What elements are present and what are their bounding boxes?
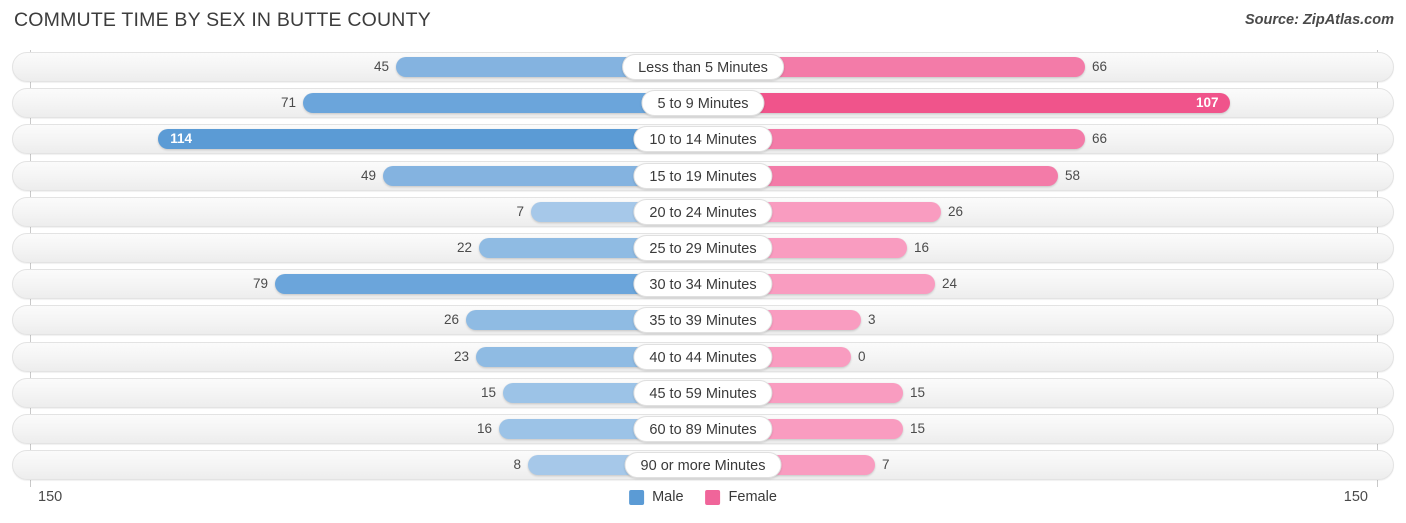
value-label-male: 23 bbox=[453, 348, 469, 364]
table-row[interactable]: 45 66 Less than 5 Minutes bbox=[12, 52, 1394, 82]
value-label-female: 7 bbox=[882, 457, 890, 473]
bar-male[interactable] bbox=[158, 129, 703, 150]
axis-max-left: 150 bbox=[38, 489, 63, 505]
value-label-female: 0 bbox=[858, 348, 866, 364]
value-label-female: 16 bbox=[914, 240, 930, 255]
table-row[interactable]: 7 26 20 to 24 Minutes bbox=[12, 196, 1394, 227]
value-label-female: 24 bbox=[942, 276, 958, 292]
bar-female[interactable] bbox=[703, 93, 1230, 114]
table-row[interactable]: 71 107 5 to 9 Minutes bbox=[12, 88, 1394, 119]
table-row[interactable]: 8 7 90 or more Minutes bbox=[12, 450, 1394, 481]
value-label-female: 107 bbox=[1196, 95, 1219, 111]
value-label-male: 22 bbox=[456, 240, 472, 255]
table-row[interactable]: 16 15 60 to 89 Minutes bbox=[12, 414, 1394, 444]
legend-item[interactable]: Female bbox=[705, 489, 777, 505]
value-label-male: 79 bbox=[252, 276, 268, 292]
axis-max-right: 150 bbox=[1343, 489, 1368, 505]
category-label: 15 to 19 Minutes bbox=[633, 162, 773, 189]
category-label: 25 to 29 Minutes bbox=[633, 235, 773, 261]
page-title: COMMUTE TIME BY SEX IN BUTTE COUNTY bbox=[14, 9, 431, 31]
legend-label: Female bbox=[728, 489, 777, 505]
legend-swatch-icon bbox=[629, 489, 645, 505]
plot-area: 45 66 Less than 5 Minutes 71 107 5 to 9 Minut… bbox=[0, 50, 1406, 487]
table-row[interactable]: 22 16 25 to 29 Minutes bbox=[12, 233, 1394, 263]
chart-footer: 150 150 Male Female bbox=[0, 486, 1406, 523]
value-label-male: 16 bbox=[476, 421, 492, 436]
value-label-female: 66 bbox=[1092, 131, 1108, 147]
legend-swatch-icon bbox=[705, 489, 721, 505]
value-label-female: 66 bbox=[1092, 59, 1108, 74]
value-label-female: 58 bbox=[1065, 167, 1081, 183]
category-label: 60 to 89 Minutes bbox=[633, 416, 773, 442]
chart-legend: Male Female bbox=[629, 489, 777, 505]
category-label: Less than 5 Minutes bbox=[622, 54, 784, 80]
table-row[interactable]: 114 66 10 to 14 Minutes bbox=[12, 124, 1394, 155]
table-row[interactable]: 49 58 15 to 19 Minutes bbox=[12, 160, 1394, 191]
source-attribution: Source: ZipAtlas.com bbox=[1244, 12, 1394, 28]
value-label-male: 71 bbox=[280, 95, 296, 111]
category-label: 40 to 44 Minutes bbox=[633, 343, 773, 370]
category-label: 45 to 59 Minutes bbox=[633, 379, 773, 406]
category-label: 90 or more Minutes bbox=[624, 452, 782, 479]
value-label-male: 49 bbox=[360, 167, 376, 183]
table-row[interactable]: 15 15 45 to 59 Minutes bbox=[12, 377, 1394, 408]
table-row[interactable]: 23 0 40 to 44 Minutes bbox=[12, 341, 1394, 372]
value-label-male: 45 bbox=[373, 59, 389, 74]
table-row[interactable]: 79 24 30 to 34 Minutes bbox=[12, 269, 1394, 300]
legend-label: Male bbox=[652, 489, 684, 505]
chart-root: COMMUTE TIME BY SEX IN BUTTE COUNTY Sour… bbox=[0, 0, 1406, 523]
category-label: 20 to 24 Minutes bbox=[633, 198, 773, 225]
value-label-male: 8 bbox=[513, 457, 521, 473]
value-label-male: 114 bbox=[170, 131, 192, 147]
value-label-female: 15 bbox=[910, 384, 926, 400]
category-label: 10 to 14 Minutes bbox=[633, 126, 773, 153]
category-label: 5 to 9 Minutes bbox=[641, 90, 765, 117]
value-label-male: 15 bbox=[480, 384, 496, 400]
category-label: 35 to 39 Minutes bbox=[633, 307, 773, 334]
value-label-male: 7 bbox=[516, 203, 524, 219]
category-label: 30 to 34 Minutes bbox=[633, 271, 773, 298]
value-label-female: 26 bbox=[948, 203, 964, 219]
value-label-female: 3 bbox=[868, 312, 876, 328]
value-label-female: 15 bbox=[910, 421, 926, 436]
legend-item[interactable]: Male bbox=[629, 489, 684, 505]
table-row[interactable]: 26 3 35 to 39 Minutes bbox=[12, 305, 1394, 336]
value-label-male: 26 bbox=[443, 312, 459, 328]
